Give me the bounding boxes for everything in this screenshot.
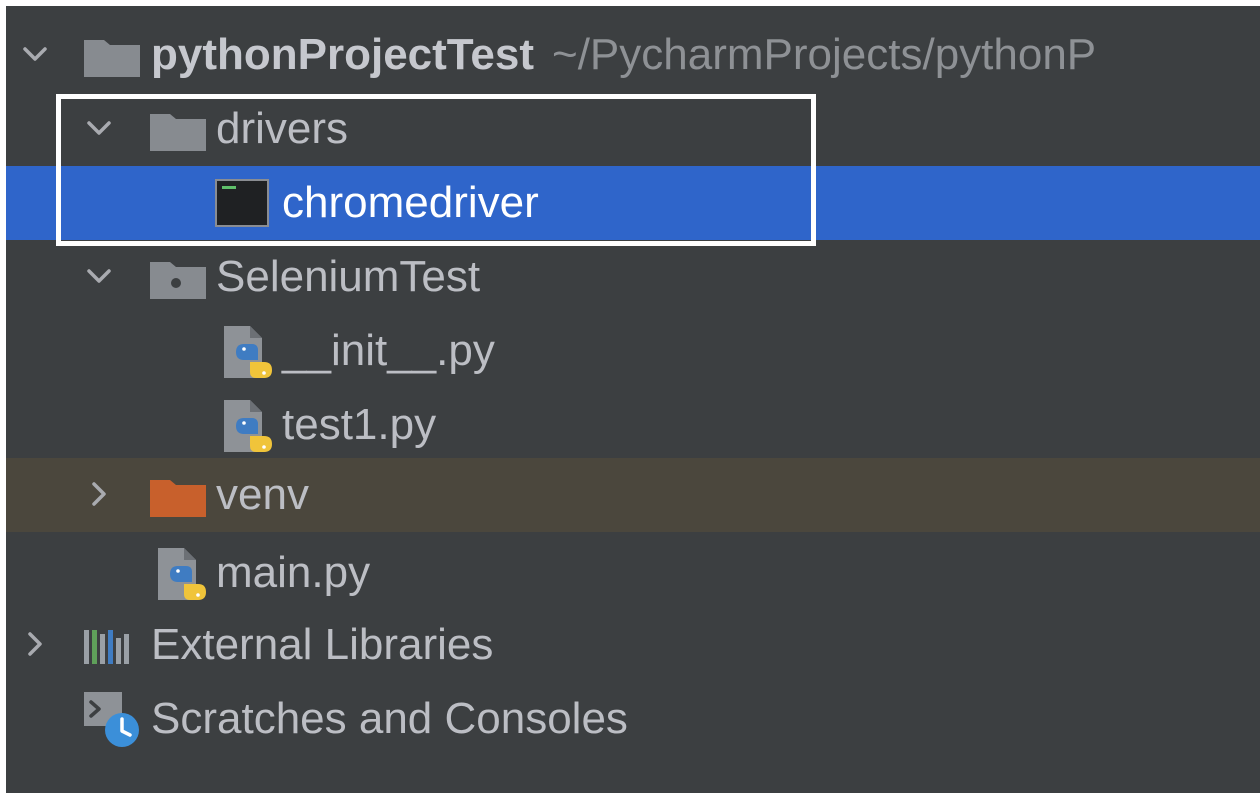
tree-row-scratches[interactable]: Scratches and Consoles (6, 682, 1260, 756)
project-name: pythonProjectTest (151, 30, 535, 79)
tree-row-test1-py[interactable]: test1.py (6, 388, 1260, 462)
tree-row-chromedriver[interactable]: chromedriver (6, 166, 1260, 240)
tree-row-external-libraries[interactable]: External Libraries (6, 608, 1260, 682)
tree-item-label: venv (216, 470, 309, 519)
tree-item-label: Scratches and Consoles (151, 694, 628, 743)
tree-row-main-py[interactable]: main.py (6, 536, 1260, 610)
tree-item-label: __init__.py (282, 326, 495, 375)
project-tool-window: pythonProjectTest ~/PycharmProjects/pytho… (6, 6, 1260, 793)
tree-item-label: SeleniumTest (216, 252, 481, 301)
tree-item-label: drivers (216, 104, 349, 153)
tree-row-seleniumtest[interactable]: SeleniumTest (6, 240, 1260, 314)
tree-item-label: main.py (216, 548, 371, 597)
chevron-right-icon[interactable] (20, 608, 60, 682)
project-path: ~/PycharmProjects/pythonP (552, 30, 1097, 79)
tree-item-label: External Libraries (151, 620, 494, 669)
tree-row-venv[interactable]: venv (6, 458, 1260, 532)
tree-row-drivers[interactable]: drivers (6, 92, 1260, 166)
tree-item-label: test1.py (282, 400, 437, 449)
chevron-down-icon[interactable] (84, 240, 124, 314)
chevron-down-icon[interactable] (20, 18, 60, 92)
tree-row-init-py[interactable]: __init__.py (6, 314, 1260, 388)
tree-item-label: chromedriver (282, 178, 539, 227)
tree-row-project-root[interactable]: pythonProjectTest ~/PycharmProjects/pytho… (6, 18, 1260, 92)
chevron-down-icon[interactable] (84, 92, 124, 166)
chevron-right-icon[interactable] (84, 458, 124, 532)
